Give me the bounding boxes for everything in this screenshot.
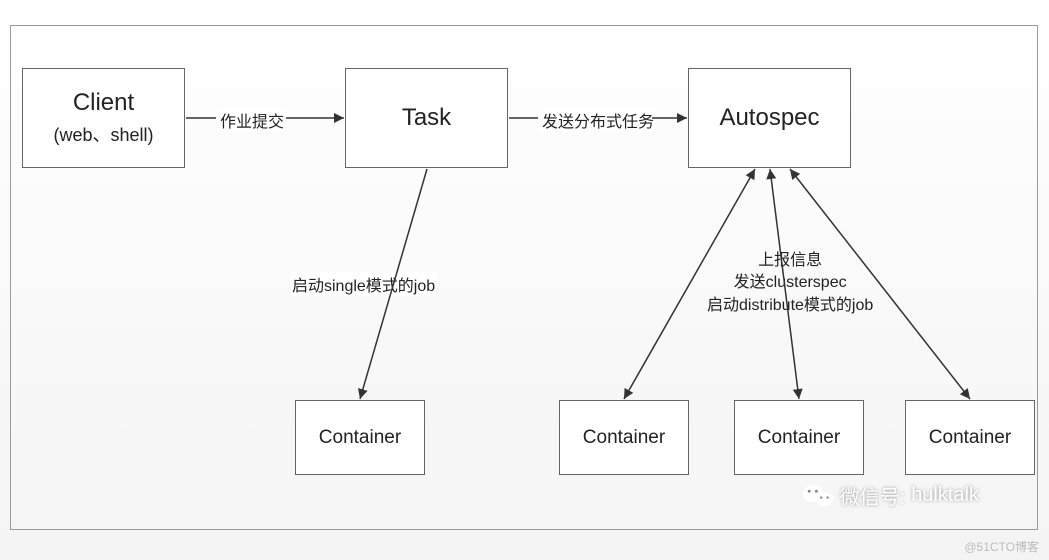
node-container-3: Container xyxy=(734,400,864,475)
node-autospec: Autospec xyxy=(688,68,851,168)
edge-label-report: 上报信息 发送clusterspec 启动distribute模式的job xyxy=(705,250,875,317)
report-line-1: 上报信息 xyxy=(707,250,873,272)
container-2-title: Container xyxy=(583,427,665,449)
edge-label-start-single: 启动single模式的job xyxy=(290,272,437,296)
edge-label-submit: 作业提交 xyxy=(218,108,286,132)
node-container-4: Container xyxy=(905,400,1035,475)
edge-label-send-dist: 发送分布式任务 xyxy=(540,108,656,132)
client-title: Client xyxy=(73,89,134,117)
wechat-icon xyxy=(802,483,834,509)
container-1-title: Container xyxy=(319,427,401,449)
blog-watermark: @51CTO博客 xyxy=(964,538,1039,555)
node-container-1: Container xyxy=(295,400,425,475)
task-title: Task xyxy=(402,104,451,132)
client-subtitle: (web、shell) xyxy=(53,121,153,147)
watermark: 微信号: hulktalk xyxy=(802,481,979,510)
container-3-title: Container xyxy=(758,427,840,449)
node-client: Client (web、shell) xyxy=(22,68,185,168)
autospec-title: Autospec xyxy=(719,104,819,132)
container-4-title: Container xyxy=(929,427,1011,449)
node-task: Task xyxy=(345,68,508,168)
watermark-id: hulktalk xyxy=(911,484,979,507)
report-line-2: 发送clusterspec xyxy=(707,272,873,294)
watermark-prefix: 微信号: xyxy=(840,481,906,510)
report-line-3: 启动distribute模式的job xyxy=(707,295,873,317)
node-container-2: Container xyxy=(559,400,689,475)
